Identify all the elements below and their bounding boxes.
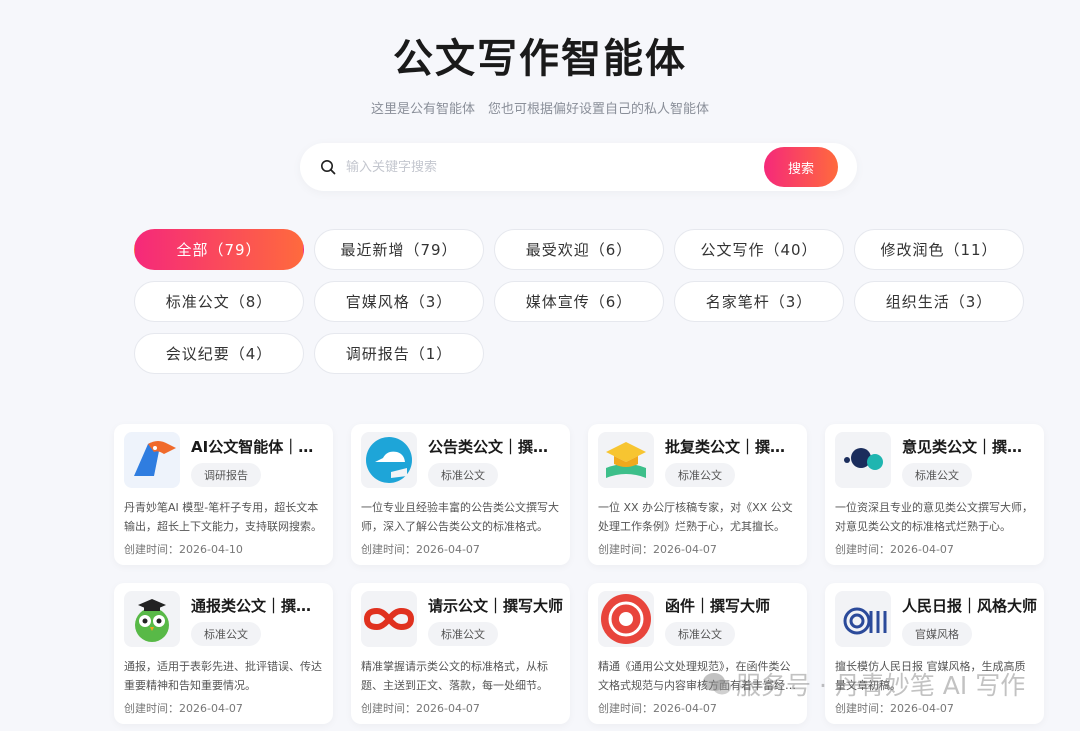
agent-description: 一位专业且经验丰富的公告类公文撰写大师，深入了解公告类公文的标准格式。	[361, 501, 559, 533]
page-subtitle: 这里是公有智能体 您也可根据偏好设置自己的私人智能体	[370, 102, 709, 117]
agent-name: AI公文智能体｜撰写大师	[191, 438, 326, 456]
page-title: 公文写作智能体	[393, 36, 687, 82]
agent-description: 通报，适用于表彰先进、批评错误、传达重要精神和告知重要情况。	[124, 660, 322, 692]
agent-created-date: 创建时间：2026-04-07	[361, 543, 480, 556]
filter-chip-official-media[interactable]: 官媒风格（3）	[314, 281, 484, 322]
agent-card[interactable]: 批复类公文｜撰写大师 标准公文 一位 XX 办公厅核稿专家，对《XX 公文处理工…	[588, 424, 807, 565]
filter-chip-org-life[interactable]: 组织生活（3）	[854, 281, 1024, 322]
agent-description: 精通《通用公文处理规范》，在函件类公文格式规范与内容审核方面有着丰富经验。	[598, 660, 791, 692]
agent-description: 擅长模仿人民日报 官媒风格，生成高质量文章初稿。	[835, 660, 1026, 692]
filter-chip-minutes[interactable]: 会议纪要（4）	[134, 333, 304, 374]
agent-description: 一位 XX 办公厅核稿专家，对《XX 公文处理工作条例》烂熟于心，尤其擅长。	[598, 501, 793, 533]
agent-name: 通报类公文｜撰写大师	[191, 597, 326, 615]
dots-icon	[835, 432, 891, 488]
ai-logo-icon	[835, 591, 891, 647]
agent-name: 批复类公文｜撰写大师	[665, 438, 800, 456]
agent-name: 函件｜撰写大师	[665, 597, 771, 615]
filter-chip-standard[interactable]: 标准公文（8）	[134, 281, 304, 322]
agent-card[interactable]: 函件｜撰写大师 标准公文 精通《通用公文处理规范》，在函件类公文格式规范与内容审…	[588, 583, 807, 724]
filter-chip-polish[interactable]: 修改润色（11）	[854, 229, 1024, 270]
graduation-book-icon	[598, 432, 654, 488]
agent-card-grid: AI公文智能体｜撰写大师 调研报告 丹青妙笔AI 模型-笔杆子专用，超长文本输出…	[114, 424, 1044, 724]
agent-tag: 官媒风格	[902, 622, 972, 646]
filter-chip-popular[interactable]: 最受欢迎（6）	[494, 229, 664, 270]
agent-description: 精准掌握请示类公文的标准格式，从标题、主送到正文、落款，每一处细节。	[361, 660, 548, 692]
agent-card[interactable]: AI公文智能体｜撰写大师 调研报告 丹青妙笔AI 模型-笔杆子专用，超长文本输出…	[114, 424, 333, 565]
search-icon	[321, 160, 336, 175]
agent-created-date: 创建时间：2026-04-07	[124, 702, 243, 715]
search-bar: 搜索	[300, 143, 857, 191]
agent-name: 请示公文｜撰写大师	[428, 597, 563, 615]
filter-chip-recent[interactable]: 最近新增（79）	[314, 229, 484, 270]
agent-created-date: 创建时间：2026-04-10	[124, 543, 243, 556]
agent-tag: 标准公文	[665, 622, 735, 646]
agent-tag: 调研报告	[191, 463, 261, 487]
parrot-icon	[124, 432, 180, 488]
agent-name: 意见类公文｜撰写大师	[902, 438, 1037, 456]
filter-chip-media-promo[interactable]: 媒体宣传（6）	[494, 281, 664, 322]
agent-card[interactable]: 公告类公文｜撰写大师 标准公文 一位专业且经验丰富的公告类公文撰写大师，深入了解…	[351, 424, 570, 565]
agent-card[interactable]: 意见类公文｜撰写大师 标准公文 一位资深且专业的意见类公文撰写大师，对意见类公文…	[825, 424, 1044, 565]
agent-card[interactable]: 通报类公文｜撰写大师 标准公文 通报，适用于表彰先进、批评错误、传达重要精神和告…	[114, 583, 333, 724]
filter-chip-all[interactable]: 全部（79）	[134, 229, 304, 270]
filter-chip-writing[interactable]: 公文写作（40）	[674, 229, 844, 270]
agent-created-date: 创建时间：2026-04-07	[598, 543, 717, 556]
letter-e-icon	[361, 432, 417, 488]
target-icon	[598, 591, 654, 647]
search-button[interactable]: 搜索	[764, 147, 838, 187]
owl-icon	[124, 591, 180, 647]
search-input[interactable]	[346, 159, 746, 175]
agent-tag: 标准公文	[191, 622, 261, 646]
category-filters: 全部（79） 最近新增（79） 最受欢迎（6） 公文写作（40） 修改润色（11…	[134, 229, 1024, 374]
agent-description: 丹青妙笔AI 模型-笔杆子专用，超长文本输出，超长上下文能力，支持联网搜索。	[124, 501, 322, 533]
agent-card[interactable]: 请示公文｜撰写大师 标准公文 精准掌握请示类公文的标准格式，从标题、主送到正文、…	[351, 583, 570, 724]
agent-tag: 标准公文	[428, 463, 498, 487]
agent-tag: 标准公文	[902, 463, 972, 487]
agent-name: 人民日报｜风格大师	[902, 597, 1037, 615]
agent-created-date: 创建时间：2026-04-07	[835, 702, 954, 715]
agent-description: 一位资深且专业的意见类公文撰写大师，对意见类公文的标准格式烂熟于心。	[835, 501, 1033, 533]
agent-created-date: 创建时间：2026-04-07	[361, 702, 480, 715]
agent-created-date: 创建时间：2026-04-07	[835, 543, 954, 556]
agent-created-date: 创建时间：2026-04-07	[598, 702, 717, 715]
infinity-icon	[361, 591, 417, 647]
filter-chip-famous-writers[interactable]: 名家笔杆（3）	[674, 281, 844, 322]
agent-name: 公告类公文｜撰写大师	[428, 438, 563, 456]
agent-card[interactable]: 人民日报｜风格大师 官媒风格 擅长模仿人民日报 官媒风格，生成高质量文章初稿。 …	[825, 583, 1044, 724]
agent-tag: 标准公文	[428, 622, 498, 646]
filter-chip-research[interactable]: 调研报告（1）	[314, 333, 484, 374]
agent-tag: 标准公文	[665, 463, 735, 487]
